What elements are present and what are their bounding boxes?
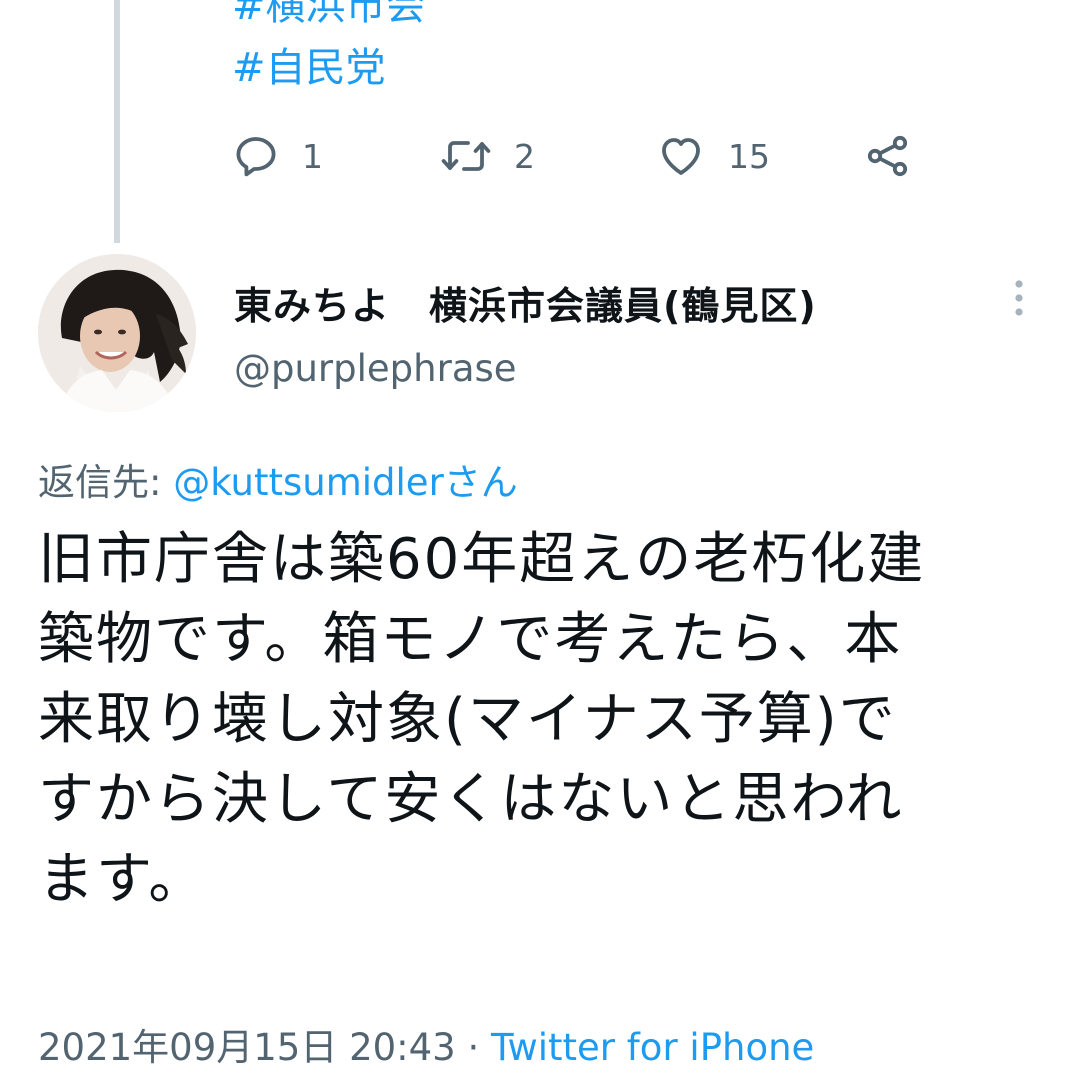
meta-separator: · bbox=[455, 1026, 492, 1069]
user-handle[interactable]: @purplephrase bbox=[234, 347, 517, 390]
tweet-text-line: 築物です。箱モノで考えたら、本 bbox=[38, 607, 903, 672]
reply-count: 1 bbox=[302, 136, 323, 176]
reply-to-mention[interactable]: @kuttsumidlerさん bbox=[173, 461, 518, 504]
retweet-count: 2 bbox=[514, 136, 535, 176]
tweet-text-line: ます。 bbox=[38, 847, 207, 912]
tweet-text-line: 来取り壊し対象(マイナス予算)で bbox=[38, 687, 897, 752]
tweet-text-line: 旧市庁舎は築60年超えの老朽化建 bbox=[38, 527, 926, 592]
hashtag-link[interactable]: #横浜市会 bbox=[232, 0, 426, 26]
display-name[interactable]: 東みちよ 横浜市会議員(鶴見区) bbox=[234, 275, 817, 330]
tweet-action-bar: 1 2 15 bbox=[232, 128, 932, 184]
profile-photo-icon bbox=[38, 254, 196, 412]
like-button[interactable]: 15 bbox=[656, 128, 770, 184]
timestamp[interactable]: 2021年09月15日 20:43 bbox=[38, 1026, 456, 1069]
speech-bubble-icon bbox=[232, 132, 280, 180]
share-button[interactable] bbox=[864, 128, 912, 184]
heart-icon bbox=[656, 132, 706, 180]
tweet-body: 旧市庁舎は築60年超えの老朽化建 築物です。箱モノで考えたら、本 来取り壊し対象… bbox=[38, 520, 1053, 920]
like-count: 15 bbox=[728, 136, 770, 176]
vertical-dots-icon bbox=[1004, 280, 1034, 326]
avatar[interactable] bbox=[38, 254, 196, 412]
reply-button[interactable]: 1 bbox=[232, 128, 323, 184]
retweet-arrows-icon bbox=[440, 132, 492, 180]
thread-connector-line bbox=[114, 0, 120, 243]
hashtag-link[interactable]: #自民党 bbox=[232, 48, 386, 88]
share-nodes-icon bbox=[864, 132, 912, 180]
reply-to-label: 返信先: bbox=[38, 461, 174, 504]
reply-to-line: 返信先: @kuttsumidlerさん bbox=[38, 452, 518, 506]
source-link[interactable]: Twitter for iPhone bbox=[491, 1026, 814, 1069]
tweet-text-line: すから決して安くはないと思われ bbox=[38, 767, 904, 832]
tweet-meta: 2021年09月15日 20:43 · Twitter for iPhone bbox=[38, 1017, 814, 1071]
more-options-button[interactable] bbox=[1004, 278, 1034, 322]
retweet-button[interactable]: 2 bbox=[440, 128, 535, 184]
